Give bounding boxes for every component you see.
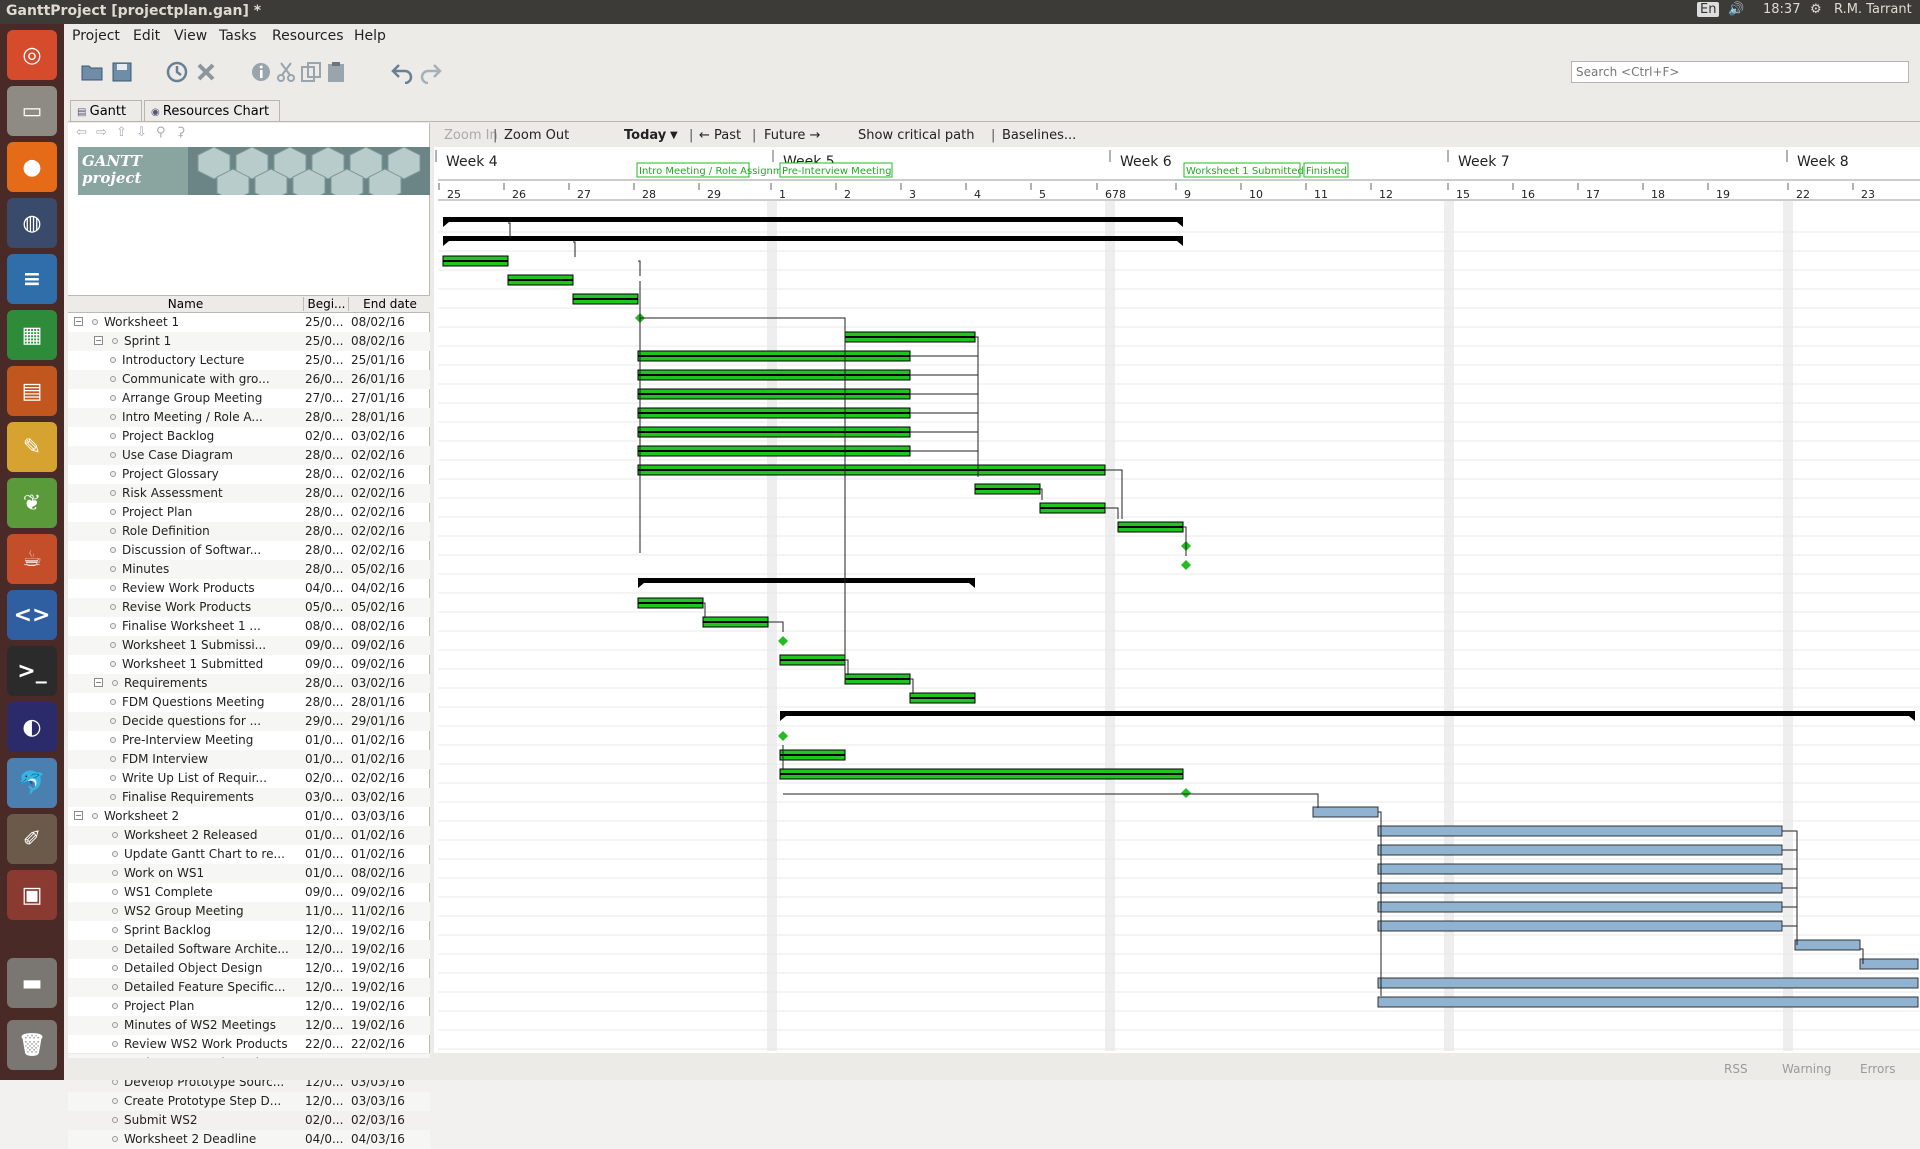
day-label: 23: [1861, 188, 1875, 201]
summary-bar[interactable]: [780, 711, 1915, 716]
weekend-stripe: [1105, 201, 1115, 1051]
dependency-line: [573, 241, 576, 257]
day-label: 678: [1105, 188, 1126, 201]
task-begin: 04/0...: [305, 1132, 344, 1146]
summary-bar[interactable]: [638, 578, 975, 583]
task-name: Create Prototype Step D...: [124, 1094, 282, 1108]
summary-cap: [1177, 241, 1183, 246]
summary-cap: [638, 583, 644, 588]
milestone-label[interactable]: Intro Meeting / Role Assignm: [639, 166, 783, 177]
day-label: 22: [1796, 188, 1810, 201]
day-label: 12: [1379, 188, 1393, 201]
summary-cap: [1177, 222, 1183, 227]
task-bar-planned[interactable]: [1377, 977, 1919, 989]
day-label: 9: [1184, 188, 1191, 201]
day-label: 16: [1521, 188, 1535, 201]
dependency-line: [640, 317, 846, 324]
task-bar-planned[interactable]: [1312, 806, 1379, 818]
day-label: 3: [909, 188, 916, 201]
task-end: 02/03/16: [351, 1113, 405, 1127]
day-label: 1: [779, 188, 786, 201]
milestone-diamond[interactable]: [778, 636, 788, 646]
gantt-bars: Week 4 Week 5 Week 6 Week 7 Week 825 26 27 28 29…: [435, 147, 1920, 1051]
summary-cap: [780, 716, 786, 721]
day-label: 15: [1456, 188, 1470, 201]
day-label: 17: [1586, 188, 1600, 201]
task-bar-planned[interactable]: [1377, 996, 1919, 1008]
day-label: 18: [1651, 188, 1665, 201]
task-row[interactable]: Create Prototype Step D... 12/0... 03/03/1…: [68, 1092, 430, 1111]
task-end: 04/03/16: [351, 1132, 405, 1146]
task-row[interactable]: Worksheet 2 Deadline 04/0... 04/03/16: [68, 1130, 430, 1149]
task-bar-planned[interactable]: [1377, 863, 1783, 875]
day-label: 11: [1314, 188, 1328, 201]
dependency-line: [1186, 793, 1319, 808]
task-row[interactable]: Submit WS2 02/0... 02/03/16: [68, 1111, 430, 1130]
summary-cap: [969, 583, 975, 588]
day-label: 28: [642, 188, 656, 201]
day-label: 2: [844, 188, 851, 201]
milestone-label[interactable]: Finished: [1306, 166, 1347, 177]
task-bar-planned[interactable]: [1794, 939, 1861, 951]
summary-cap: [443, 222, 449, 227]
day-label: 26: [512, 188, 526, 201]
summary-cap: [443, 241, 449, 246]
week-label: Week 4: [446, 154, 498, 170]
week-label: Week 7: [1458, 154, 1510, 170]
milestone-label[interactable]: Worksheet 1 Submitted: [1186, 166, 1304, 177]
day-label: 4: [974, 188, 981, 201]
summary-bar[interactable]: [443, 217, 1183, 222]
task-dot-icon: [112, 1136, 118, 1142]
task-bar-planned[interactable]: [1377, 825, 1783, 837]
day-label: 25: [447, 188, 461, 201]
task-bar-planned[interactable]: [1859, 958, 1919, 970]
milestone-diamond[interactable]: [1181, 560, 1191, 570]
task-bar-planned[interactable]: [1377, 882, 1783, 894]
milestone-diamond[interactable]: [1181, 788, 1191, 798]
day-label: 10: [1249, 188, 1263, 201]
dependency-line: [508, 222, 511, 238]
milestone-diamond[interactable]: [778, 731, 788, 741]
task-name: Worksheet 2 Deadline: [124, 1132, 257, 1146]
dependency-line: [638, 260, 641, 276]
task-end: 03/03/16: [351, 1094, 405, 1108]
task-dot-icon: [112, 1117, 118, 1123]
day-label: 19: [1716, 188, 1730, 201]
task-begin: 02/0...: [305, 1113, 344, 1127]
dependency-line: [910, 355, 979, 477]
summary-cap: [1909, 716, 1915, 721]
day-label: 5: [1039, 188, 1046, 201]
task-bar-planned[interactable]: [1377, 901, 1783, 913]
task-name: Submit WS2: [124, 1113, 198, 1127]
task-bar-planned[interactable]: [1377, 920, 1783, 932]
task-bar-planned[interactable]: [1377, 844, 1783, 856]
milestone-label[interactable]: Pre-Interview Meeting: [782, 166, 892, 177]
week-label: Week 6: [1120, 154, 1172, 170]
week-label: Week 8: [1797, 154, 1849, 170]
summary-bar[interactable]: [443, 236, 1183, 241]
day-label: 29: [707, 188, 721, 201]
task-dot-icon: [112, 1098, 118, 1104]
day-label: 27: [577, 188, 591, 201]
weekend-stripe: [1783, 201, 1793, 1051]
task-begin: 12/0...: [305, 1094, 344, 1108]
